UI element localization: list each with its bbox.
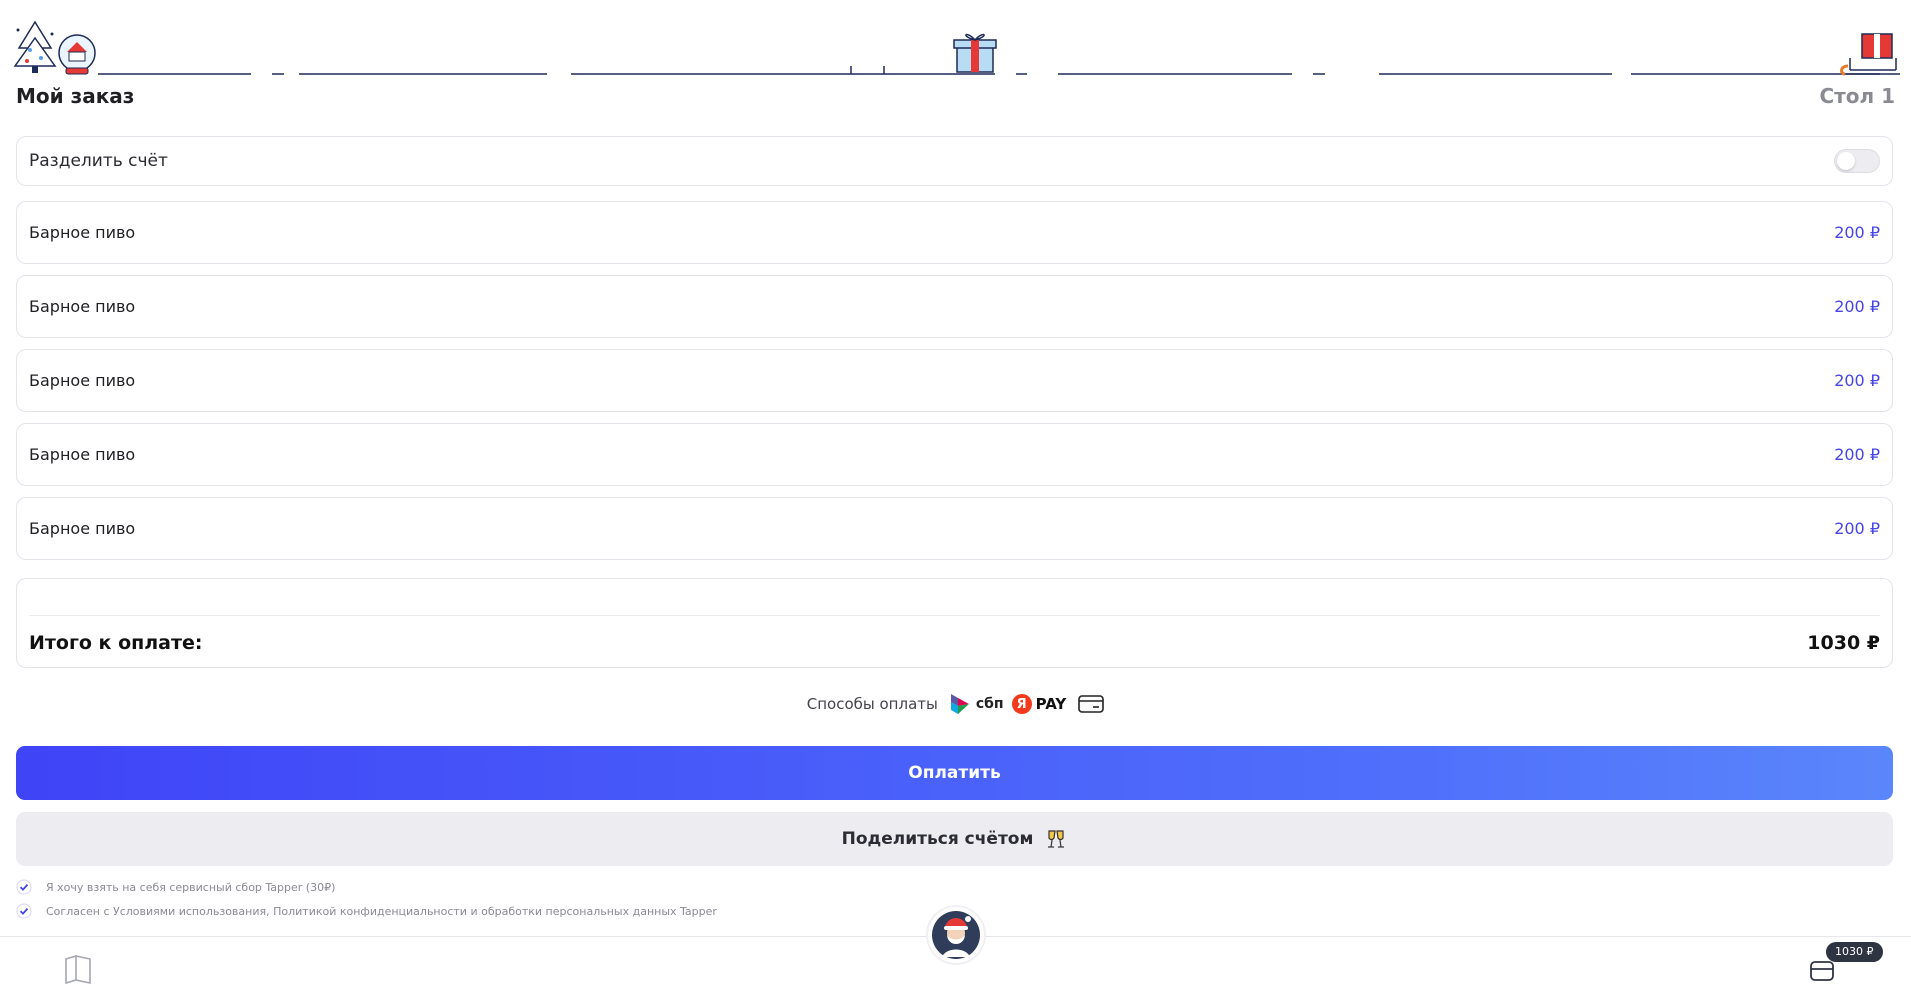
christmas-tree-icon xyxy=(13,20,57,73)
item-price: 200 ₽ xyxy=(1834,223,1880,242)
item-price: 200 ₽ xyxy=(1834,519,1880,538)
pay-button[interactable]: Оплатить xyxy=(16,746,1893,800)
yandex-pay-icon: Я xyxy=(1011,694,1032,714)
page-title: Мой заказ xyxy=(16,84,135,108)
item-name: Барное пиво xyxy=(29,445,136,464)
payment-methods: Способы оплаты сбп Я PAY xyxy=(0,692,1911,724)
split-bill-row[interactable]: Разделить счёт xyxy=(16,136,1893,186)
item-name: Барное пиво xyxy=(29,223,136,242)
divider xyxy=(29,615,1880,616)
item-name: Барное пиво xyxy=(29,297,136,316)
checkbox-checked-icon[interactable] xyxy=(16,879,32,895)
split-bill-toggle[interactable] xyxy=(1834,149,1880,173)
snow-globe-icon xyxy=(58,34,96,75)
item-name: Барное пиво xyxy=(29,371,136,390)
total-value: 1030 ₽ xyxy=(1807,632,1880,654)
bank-card-icon xyxy=(1078,695,1105,713)
split-bill-label: Разделить счёт xyxy=(29,151,168,171)
order-item[interactable]: Барное пиво 200 ₽ xyxy=(16,497,1893,560)
champagne-glasses-icon xyxy=(1048,830,1065,848)
share-bill-button[interactable]: Поделиться счётом xyxy=(16,812,1893,866)
agreement-service-fee[interactable]: Я хочу взять на себя сервисный сбор Tapp… xyxy=(16,879,335,895)
order-item[interactable]: Барное пиво 200 ₽ xyxy=(16,275,1893,338)
cart-total-badge[interactable]: 1030 ₽ xyxy=(1826,942,1883,962)
sled-gift-icon xyxy=(1840,33,1900,76)
item-name: Барное пиво xyxy=(29,519,136,538)
item-price: 200 ₽ xyxy=(1834,445,1880,464)
yandex-pay-label: PAY xyxy=(1035,695,1067,713)
gift-box-icon xyxy=(953,33,997,73)
order-item[interactable]: Барное пиво 200 ₽ xyxy=(16,201,1893,264)
toggle-knob xyxy=(1837,152,1855,170)
order-item[interactable]: Барное пиво 200 ₽ xyxy=(16,349,1893,412)
holiday-decoration-banner xyxy=(13,20,1900,76)
item-price: 200 ₽ xyxy=(1834,297,1880,316)
sbp-label: сбп xyxy=(975,696,1004,712)
total-card: Итого к оплате: 1030 ₽ xyxy=(16,578,1893,668)
sbp-logo-icon xyxy=(950,694,969,714)
total-label: Итого к оплате: xyxy=(29,632,203,654)
table-number: Стол 1 xyxy=(1819,84,1895,108)
item-price: 200 ₽ xyxy=(1834,371,1880,390)
order-item[interactable]: Барное пиво 200 ₽ xyxy=(16,423,1893,486)
agreement-terms[interactable]: Согласен с Условиями использования, Поли… xyxy=(16,903,717,919)
order-header: Мой заказ Стол 1 xyxy=(16,84,1895,114)
share-bill-label: Поделиться счётом xyxy=(841,829,1034,849)
payment-methods-label: Способы оплаты xyxy=(806,695,938,713)
menu-book-icon[interactable] xyxy=(62,953,94,985)
checkbox-checked-icon[interactable] xyxy=(16,903,32,919)
agreement-text: Я хочу взять на себя сервисный сбор Tapp… xyxy=(46,880,336,894)
agreement-text: Согласен с Условиями использования, Поли… xyxy=(46,904,717,918)
waiter-avatar[interactable] xyxy=(928,907,984,963)
